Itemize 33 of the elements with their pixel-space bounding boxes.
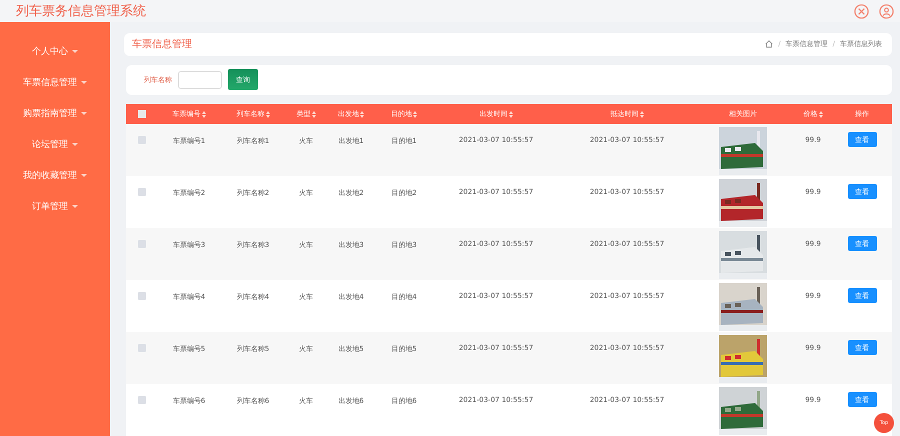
row-checkbox[interactable]: [138, 136, 146, 144]
caret-icon: [72, 205, 78, 208]
row-checkbox[interactable]: [138, 396, 146, 404]
caret-icon: [72, 143, 78, 146]
close-icon[interactable]: [854, 4, 869, 18]
sort-icon[interactable]: [202, 110, 206, 118]
caret-icon: [81, 112, 87, 115]
sidebar-item[interactable]: 论坛管理: [32, 129, 78, 160]
sidebar-item[interactable]: 我的收藏管理: [23, 160, 87, 191]
select-all-checkbox[interactable]: [138, 110, 146, 118]
sort-icon[interactable]: [360, 110, 364, 118]
row-checkbox[interactable]: [138, 344, 146, 352]
sort-icon[interactable]: [413, 110, 417, 118]
row-checkbox[interactable]: [138, 188, 146, 196]
home-icon[interactable]: [765, 40, 774, 48]
sort-icon[interactable]: [312, 110, 316, 118]
row-checkbox[interactable]: [138, 240, 146, 248]
sort-icon[interactable]: [818, 110, 822, 118]
sort-icon[interactable]: [508, 110, 512, 118]
caret-icon: [81, 174, 87, 177]
row-checkbox[interactable]: [138, 292, 146, 300]
sidebar-item[interactable]: 购票指南管理: [23, 98, 87, 129]
sidebar-item[interactable]: 订单管理: [32, 191, 78, 222]
sidebar-item[interactable]: 车票信息管理: [23, 67, 87, 98]
sidebar-item[interactable]: 个人中心: [32, 36, 78, 67]
sort-icon[interactable]: [266, 110, 270, 118]
user-icon[interactable]: [879, 4, 894, 18]
caret-icon: [72, 50, 78, 53]
caret-icon: [81, 81, 87, 84]
app-title: 列车票务信息管理系统: [16, 3, 146, 20]
train-name-field[interactable]: [178, 70, 222, 89]
page-title: 车票信息管理: [132, 38, 192, 52]
sort-icon[interactable]: [640, 110, 644, 118]
